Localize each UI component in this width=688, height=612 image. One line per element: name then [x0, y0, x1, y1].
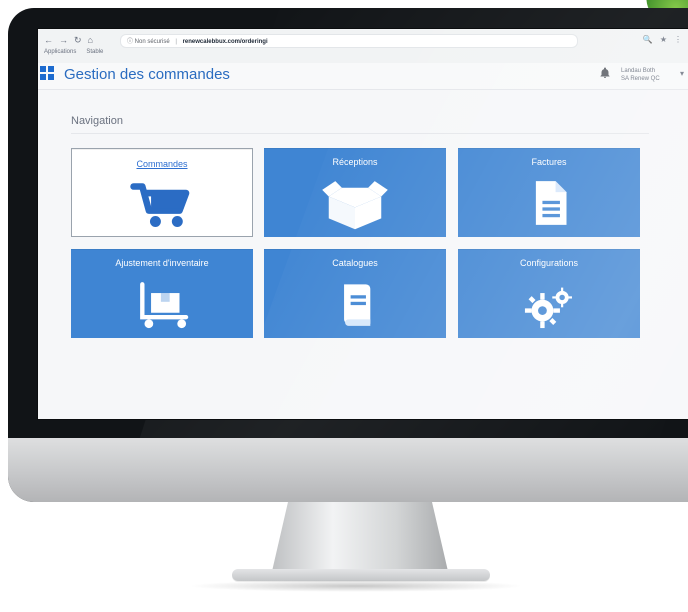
bookmark-stable[interactable]: Stable [86, 49, 103, 55]
gears-icon-svg [524, 287, 572, 329]
cart-icon-svg [130, 183, 190, 227]
browser-toolbar: ← → ↻ ⌂ ⓘ Non sécurisé | renewcalebbux.c… [38, 29, 688, 64]
book-icon [320, 276, 390, 332]
address-security: ⓘ Non sécurisé [127, 39, 170, 45]
dolly-icon-svg [140, 282, 189, 329]
monitor-screen: ← → ↻ ⌂ ⓘ Non sécurisé | renewcalebbux.c… [37, 28, 688, 420]
grid-square [40, 74, 46, 80]
address-bar[interactable]: ⓘ Non sécurisé | renewcalebbux.com/order… [120, 34, 578, 48]
tile-commandes[interactable]: Commandes [71, 148, 253, 237]
app-title: Gestion des commandes [64, 66, 230, 83]
grid-square [48, 66, 54, 72]
forward-icon[interactable]: → [59, 35, 68, 46]
navigation-divider [71, 133, 649, 134]
back-icon[interactable]: ← [44, 35, 53, 46]
tile-configurations-label: Configurations [519, 258, 579, 268]
document-icon [514, 175, 584, 231]
grid-square [48, 74, 54, 80]
tile-configurations[interactable]: Configurations [458, 249, 640, 338]
address-url: renewcalebbux.com/orderingi [182, 39, 268, 45]
bell-icon-svg [600, 67, 610, 78]
user-org: SA Renew QC [621, 76, 660, 82]
tile-factures-label: Factures [531, 157, 567, 167]
user-menu-caret[interactable]: ▾ [680, 69, 684, 78]
monitor-shadow [188, 580, 524, 592]
tile-ajustement-inventaire-label: Ajustement d'inventaire [115, 258, 209, 268]
reload-icon[interactable]: ↻ [74, 35, 82, 46]
navigation-title: Navigation [71, 115, 123, 127]
bookmark-applications[interactable]: Applications [44, 49, 76, 55]
box-open-icon-svg [322, 181, 388, 230]
bell-icon[interactable] [599, 67, 611, 82]
home-icon[interactable]: ⌂ [88, 35, 93, 46]
tile-commandes-label[interactable]: Commandes [72, 159, 252, 169]
tile-receptions-label: Réceptions [332, 157, 378, 167]
document-icon-svg [535, 181, 567, 225]
cart-icon [127, 176, 197, 232]
box-open-icon [320, 175, 390, 231]
tile-receptions[interactable]: Réceptions [264, 148, 446, 237]
bookmarks-bar: Applications Stable [44, 49, 103, 55]
user-name: Landau Both [621, 68, 656, 74]
menu-kebab-icon[interactable]: ⋮ [674, 35, 682, 44]
star-icon[interactable]: ★ [660, 35, 667, 44]
book-icon-svg [344, 284, 371, 326]
monitor-chin [8, 438, 688, 502]
browser-right-icons: 🔍 ★ ⋮ [643, 35, 682, 44]
address-separator: | [175, 39, 177, 45]
tile-catalogues[interactable]: Catalogues [264, 249, 446, 338]
tile-ajustement-inventaire[interactable]: Ajustement d'inventaire [71, 249, 253, 338]
tile-factures[interactable]: Factures [458, 148, 640, 237]
dolly-icon [127, 276, 197, 332]
apps-grid-icon[interactable] [40, 66, 54, 80]
monitor-frame: ← → ↻ ⌂ ⓘ Non sécurisé | renewcalebbux.c… [8, 8, 688, 502]
browser-nav-icons: ← → ↻ ⌂ [44, 35, 93, 46]
app-header: Gestion des commandes Landau Both SA Ren… [38, 63, 688, 90]
tile-catalogues-label: Catalogues [332, 258, 378, 268]
search-icon[interactable]: 🔍 [643, 35, 653, 44]
gears-icon [514, 276, 584, 332]
address-text: ⓘ Non sécurisé | renewcalebbux.com/order… [127, 36, 268, 45]
user-summary[interactable]: Landau Both SA Renew QC [621, 67, 660, 83]
grid-square [40, 66, 46, 72]
